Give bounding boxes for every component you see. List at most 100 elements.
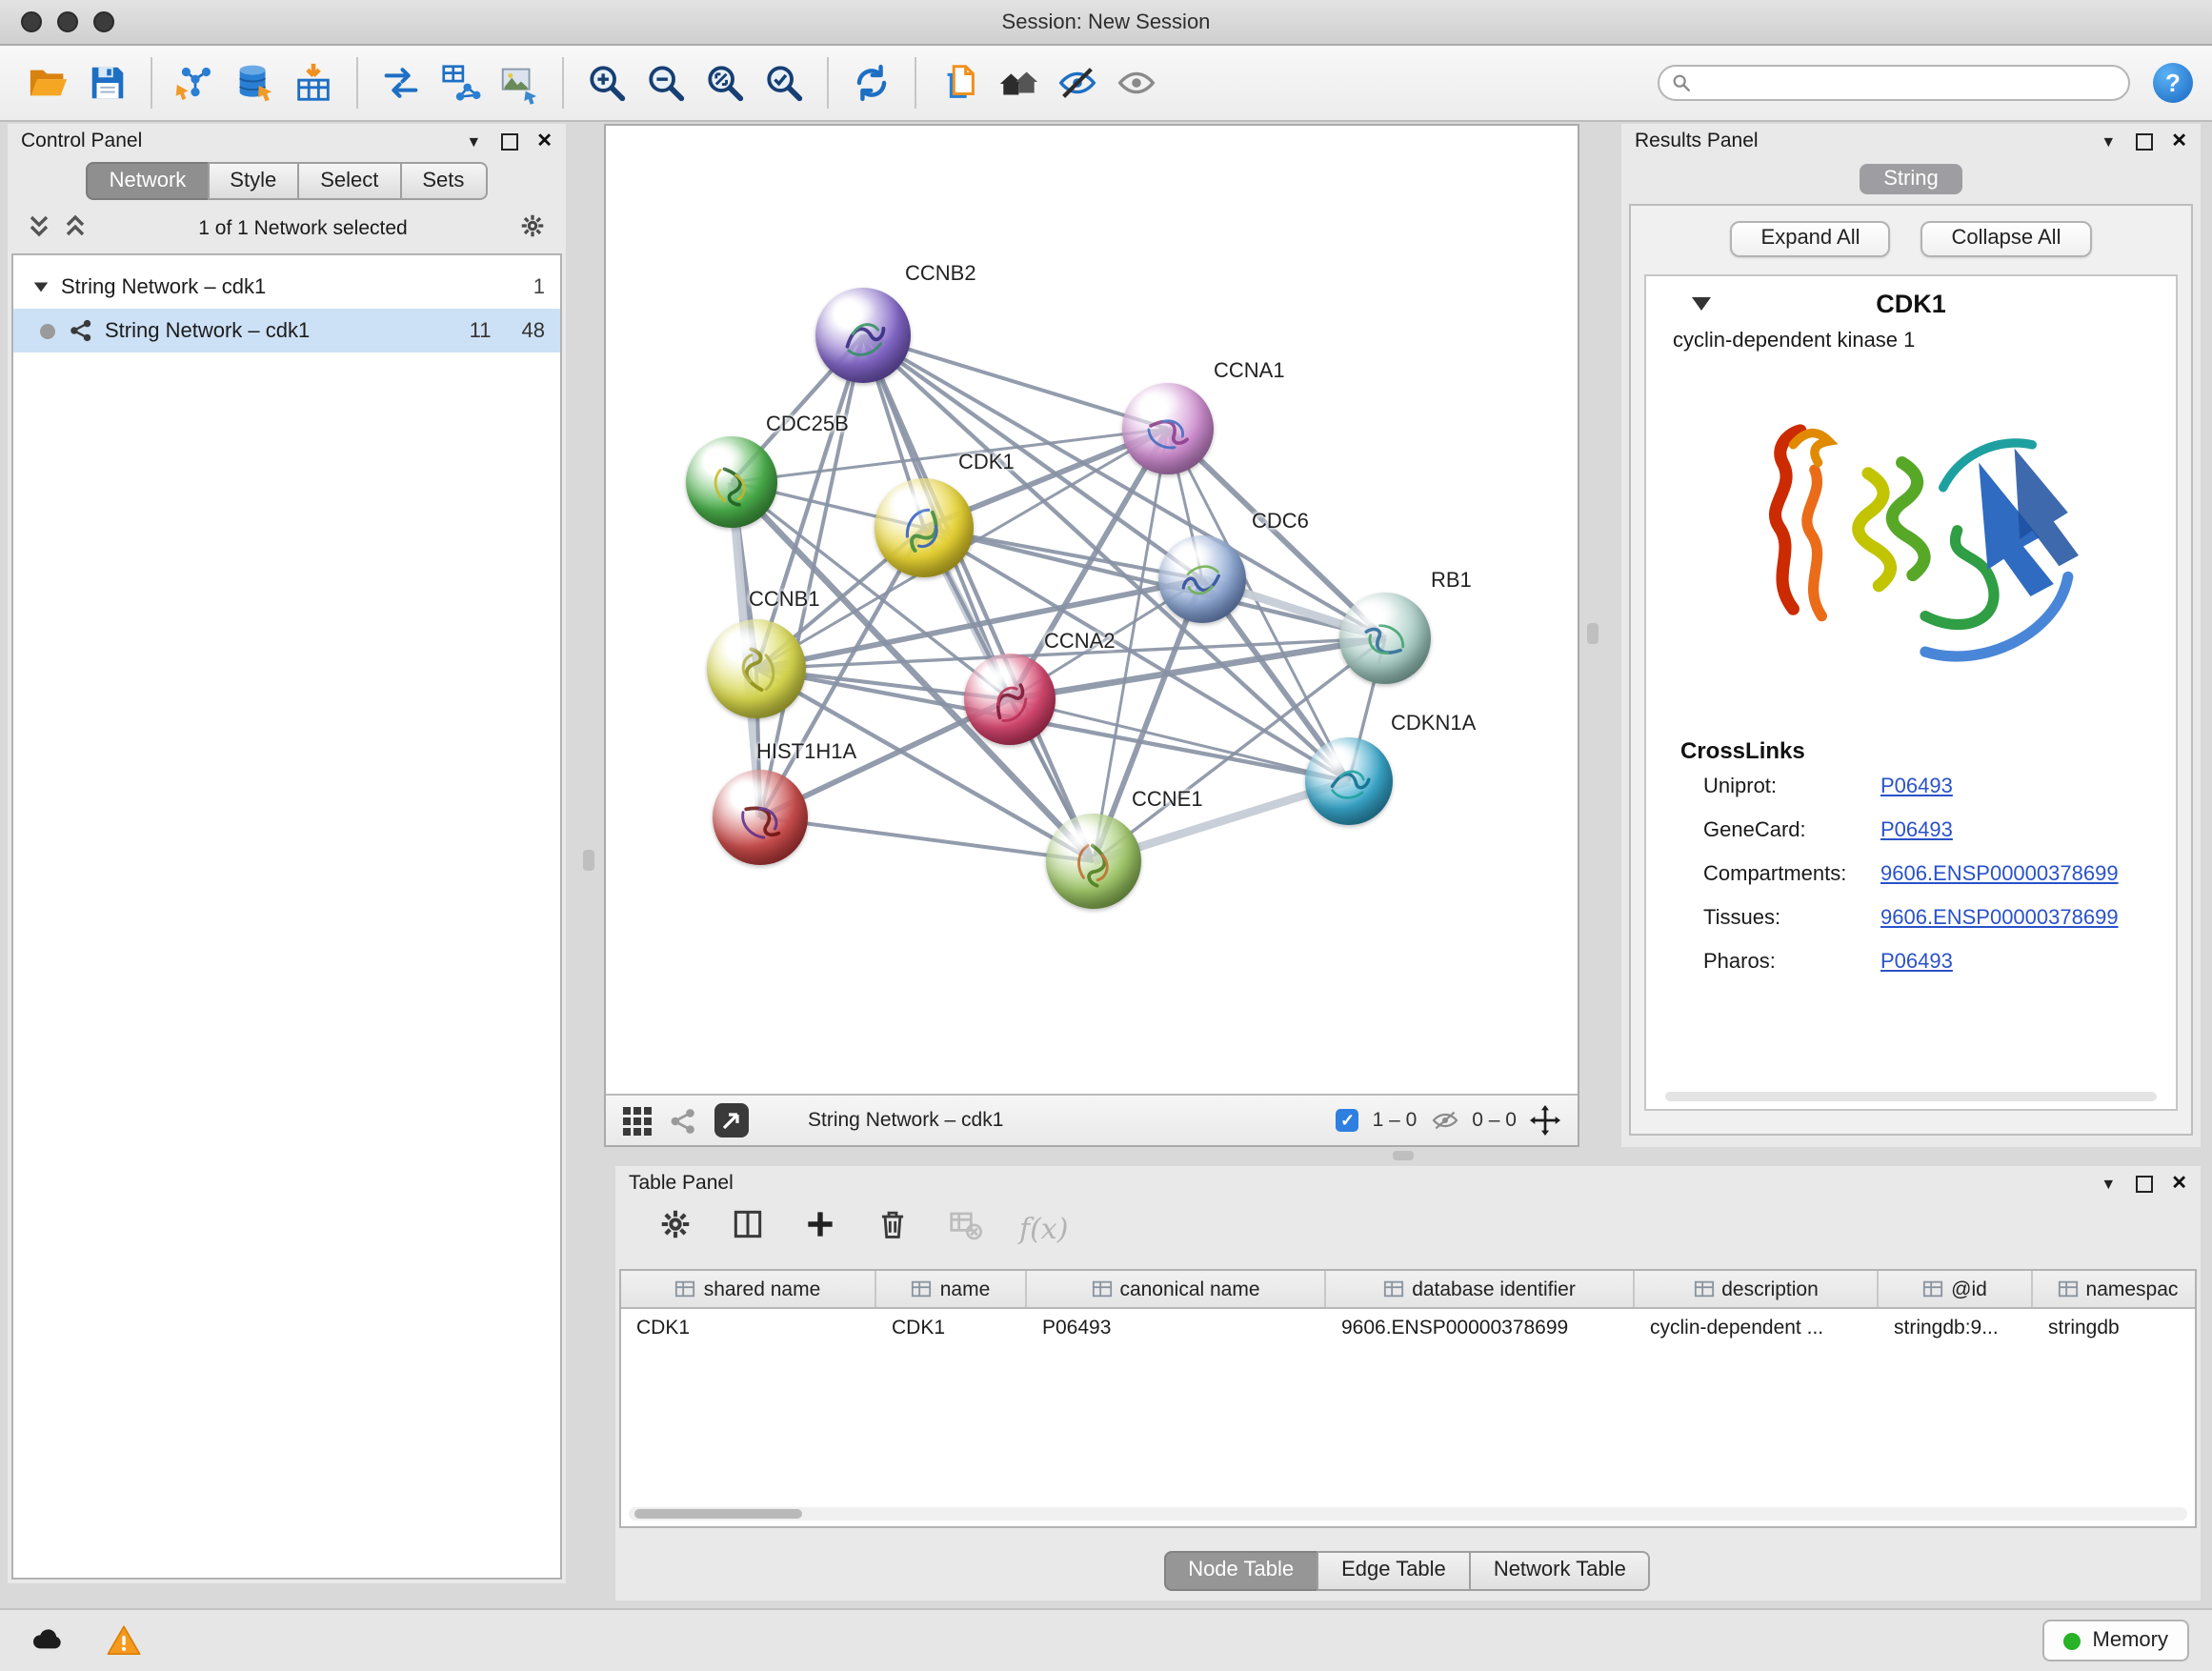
panel-float-icon[interactable] (2135, 132, 2152, 150)
annotations-button[interactable] (930, 54, 989, 111)
crosslink-row: Pharos: P06493 (1646, 939, 2176, 983)
tab-network[interactable]: Network (87, 162, 210, 200)
share-icon[interactable] (669, 1106, 697, 1135)
hide-selected-button[interactable] (1048, 54, 1107, 111)
network-node-ccna2[interactable] (964, 654, 1056, 745)
panel-float-icon[interactable] (500, 132, 517, 150)
horizontal-splitter-handle[interactable] (1393, 1151, 1414, 1160)
column-header[interactable]: @id (1879, 1271, 2033, 1307)
table-cell[interactable]: cyclin-dependent ... (1635, 1316, 1879, 1339)
network-node-cdc6[interactable] (1158, 535, 1246, 623)
show-all-button[interactable] (1107, 54, 1166, 111)
vertical-splitter-handle[interactable] (583, 850, 594, 871)
move-crosshair-icon[interactable] (1530, 1105, 1560, 1136)
search-field[interactable] (1658, 65, 2130, 101)
gear-icon[interactable] (518, 211, 547, 245)
table-cell[interactable]: CDK1 (876, 1316, 1027, 1339)
grid-icon[interactable] (623, 1106, 652, 1135)
scrollbar-thumb[interactable] (634, 1509, 802, 1519)
panel-menu-icon[interactable]: ▼ (466, 132, 481, 150)
network-node-ccnb2[interactable] (815, 288, 911, 383)
tab-style[interactable]: Style (207, 162, 299, 200)
column-header[interactable]: shared name (621, 1271, 876, 1307)
birdseye-view-button[interactable] (989, 54, 1048, 111)
panel-menu-icon[interactable]: ▼ (2101, 132, 2116, 150)
tab-node-table[interactable]: Node Table (1163, 1551, 1318, 1591)
zoom-fit-button[interactable] (695, 54, 754, 111)
memory-button[interactable]: Memory (2043, 1620, 2189, 1661)
open-in-new-icon[interactable] (714, 1103, 749, 1137)
collapse-all-button[interactable]: Collapse All (1921, 220, 2092, 256)
panel-menu-icon[interactable]: ▼ (2101, 1175, 2116, 1192)
export-image-button[interactable] (490, 54, 549, 111)
zoom-out-button[interactable] (636, 54, 695, 111)
add-column-button[interactable] (802, 1206, 838, 1252)
zoom-in-button[interactable] (577, 54, 636, 111)
column-header[interactable]: name (876, 1271, 1027, 1307)
panel-close-icon[interactable]: ✕ (536, 131, 553, 151)
network-node-cdc25b[interactable] (686, 436, 777, 528)
table-cell[interactable]: P06493 (1027, 1316, 1326, 1339)
expander-icon[interactable] (32, 278, 50, 295)
table-cell[interactable]: CDK1 (621, 1316, 876, 1339)
table-cell[interactable]: stringdb (2033, 1316, 2197, 1339)
network-node-cdkn1a[interactable] (1305, 737, 1393, 825)
tab-select[interactable]: Select (297, 162, 401, 200)
collapse-all-icon[interactable] (27, 212, 51, 243)
import-network-from-file-button[interactable] (166, 54, 225, 111)
clone-network-button[interactable] (372, 54, 431, 111)
delete-column-button[interactable] (875, 1206, 911, 1252)
network-node-hist1h1a[interactable] (713, 770, 808, 865)
panel-float-icon[interactable] (2135, 1175, 2152, 1192)
network-node-cdk1[interactable] (875, 478, 974, 577)
column-header[interactable]: namespac (2033, 1271, 2197, 1307)
open-session-button[interactable] (19, 54, 78, 111)
expand-all-button[interactable]: Expand All (1731, 220, 1891, 256)
results-scrollbar[interactable] (1665, 1092, 2157, 1101)
network-node-rb1[interactable] (1339, 593, 1431, 684)
refresh-network-button[interactable] (842, 54, 901, 111)
node-label: CDK1 (958, 452, 1015, 474)
network-node-ccna1[interactable] (1122, 383, 1214, 474)
table-horizontal-scrollbar[interactable] (629, 1507, 2187, 1520)
crosslink-link[interactable]: P06493 (1880, 818, 1953, 841)
tab-sets[interactable]: Sets (399, 162, 487, 200)
help-button[interactable]: ? (2153, 63, 2193, 103)
network-node-ccnb1[interactable] (707, 619, 806, 718)
crosslink-link[interactable]: 9606.ENSP00000378699 (1880, 862, 2119, 885)
column-header[interactable]: database identifier (1326, 1271, 1635, 1307)
tab-network-table[interactable]: Network Table (1469, 1551, 1651, 1591)
save-session-button[interactable] (78, 54, 137, 111)
create-network-from-table-button[interactable] (431, 54, 490, 111)
network-collection-row[interactable]: String Network – cdk1 1 (13, 265, 560, 309)
expand-all-icon[interactable] (63, 212, 88, 243)
import-table-from-file-button[interactable] (284, 54, 343, 111)
panel-close-icon[interactable]: ✕ (2171, 131, 2187, 151)
import-network-from-database-button[interactable] (225, 54, 284, 111)
cloud-button[interactable] (23, 1620, 72, 1661)
warnings-button[interactable] (99, 1620, 149, 1661)
table-row[interactable]: CDK1 CDK1 P06493 9606.ENSP00000378699 cy… (621, 1309, 2195, 1345)
crosslink-link[interactable]: 9606.ENSP00000378699 (1880, 906, 2119, 929)
network-row-selected[interactable]: String Network – cdk1 11 48 (13, 309, 560, 352)
column-header[interactable]: canonical name (1027, 1271, 1326, 1307)
search-icon (1671, 72, 1692, 93)
table-settings-button[interactable] (657, 1206, 694, 1252)
table-cell[interactable]: stringdb:9... (1879, 1316, 2033, 1339)
network-node-ccne1[interactable] (1046, 814, 1141, 909)
network-view-panel: CCNB2CCNA1CDC25BCDK1CDC6RB1CCNB1CCNA2CDK… (604, 124, 1579, 1147)
crosslink-link[interactable]: P06493 (1880, 950, 1953, 973)
panel-close-icon[interactable]: ✕ (2171, 1173, 2187, 1194)
tab-edge-table[interactable]: Edge Table (1317, 1551, 1471, 1591)
table-cell[interactable]: 9606.ENSP00000378699 (1326, 1316, 1635, 1339)
collapse-section-icon[interactable] (1692, 296, 1711, 310)
crosslink-link[interactable]: P06493 (1880, 775, 1953, 797)
vertical-splitter-handle[interactable] (1587, 623, 1599, 644)
search-input[interactable] (1699, 70, 2117, 96)
zoom-selected-button[interactable] (754, 54, 814, 111)
column-header[interactable]: description (1635, 1271, 1879, 1307)
show-columns-button[interactable] (730, 1206, 766, 1252)
tab-string[interactable]: String (1859, 164, 1963, 194)
selected-checkbox-icon[interactable]: ✓ (1337, 1109, 1359, 1132)
network-canvas[interactable]: CCNB2CCNA1CDC25BCDK1CDC6RB1CCNB1CCNA2CDK… (606, 126, 1578, 1094)
